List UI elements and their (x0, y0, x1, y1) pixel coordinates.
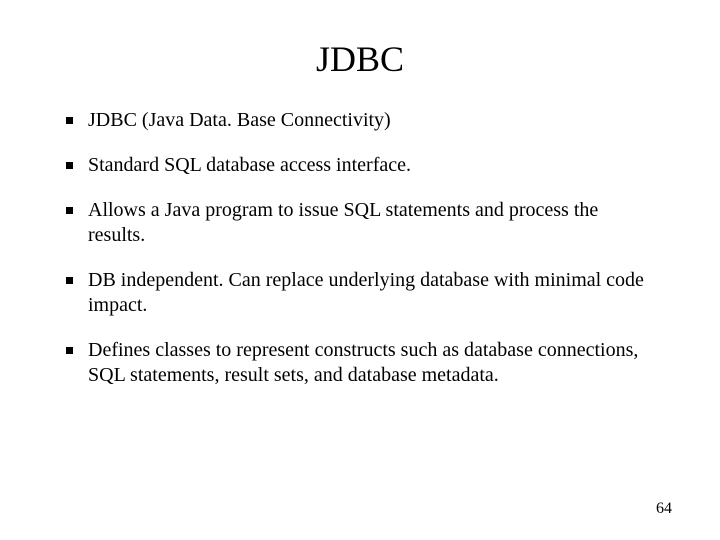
slide-title: JDBC (60, 38, 660, 80)
bullet-item: Allows a Java program to issue SQL state… (60, 198, 660, 248)
bullet-item: DB independent. Can replace underlying d… (60, 268, 660, 318)
bullet-item: Defines classes to represent constructs … (60, 338, 660, 388)
bullet-item: JDBC (Java Data. Base Connectivity) (60, 108, 660, 133)
bullet-list: JDBC (Java Data. Base Connectivity) Stan… (60, 108, 660, 388)
page-number: 64 (656, 500, 672, 518)
bullet-item: Standard SQL database access interface. (60, 153, 660, 178)
